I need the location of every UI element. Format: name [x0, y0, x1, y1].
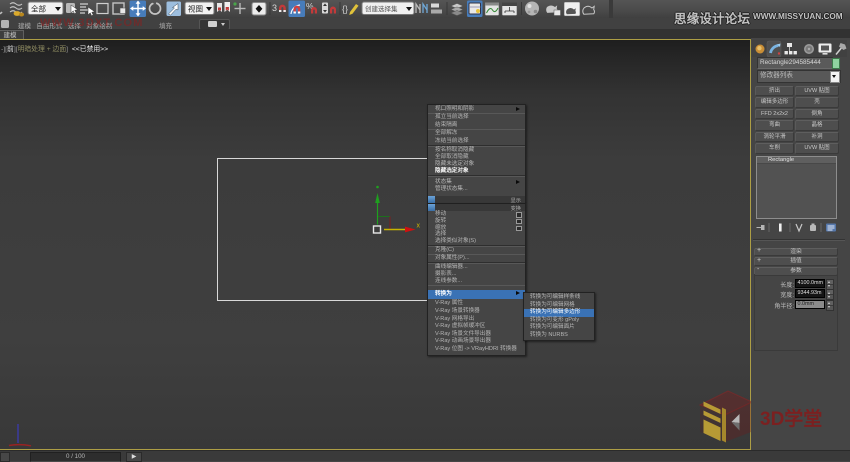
svg-text:3: 3	[272, 3, 277, 13]
svg-text:{}: {}	[342, 4, 348, 14]
svg-text:创建选择集: 创建选择集	[365, 4, 398, 13]
svg-text:视图: 视图	[188, 4, 203, 14]
svg-text:全部: 全部	[31, 4, 46, 14]
svg-text:x: x	[417, 223, 421, 230]
